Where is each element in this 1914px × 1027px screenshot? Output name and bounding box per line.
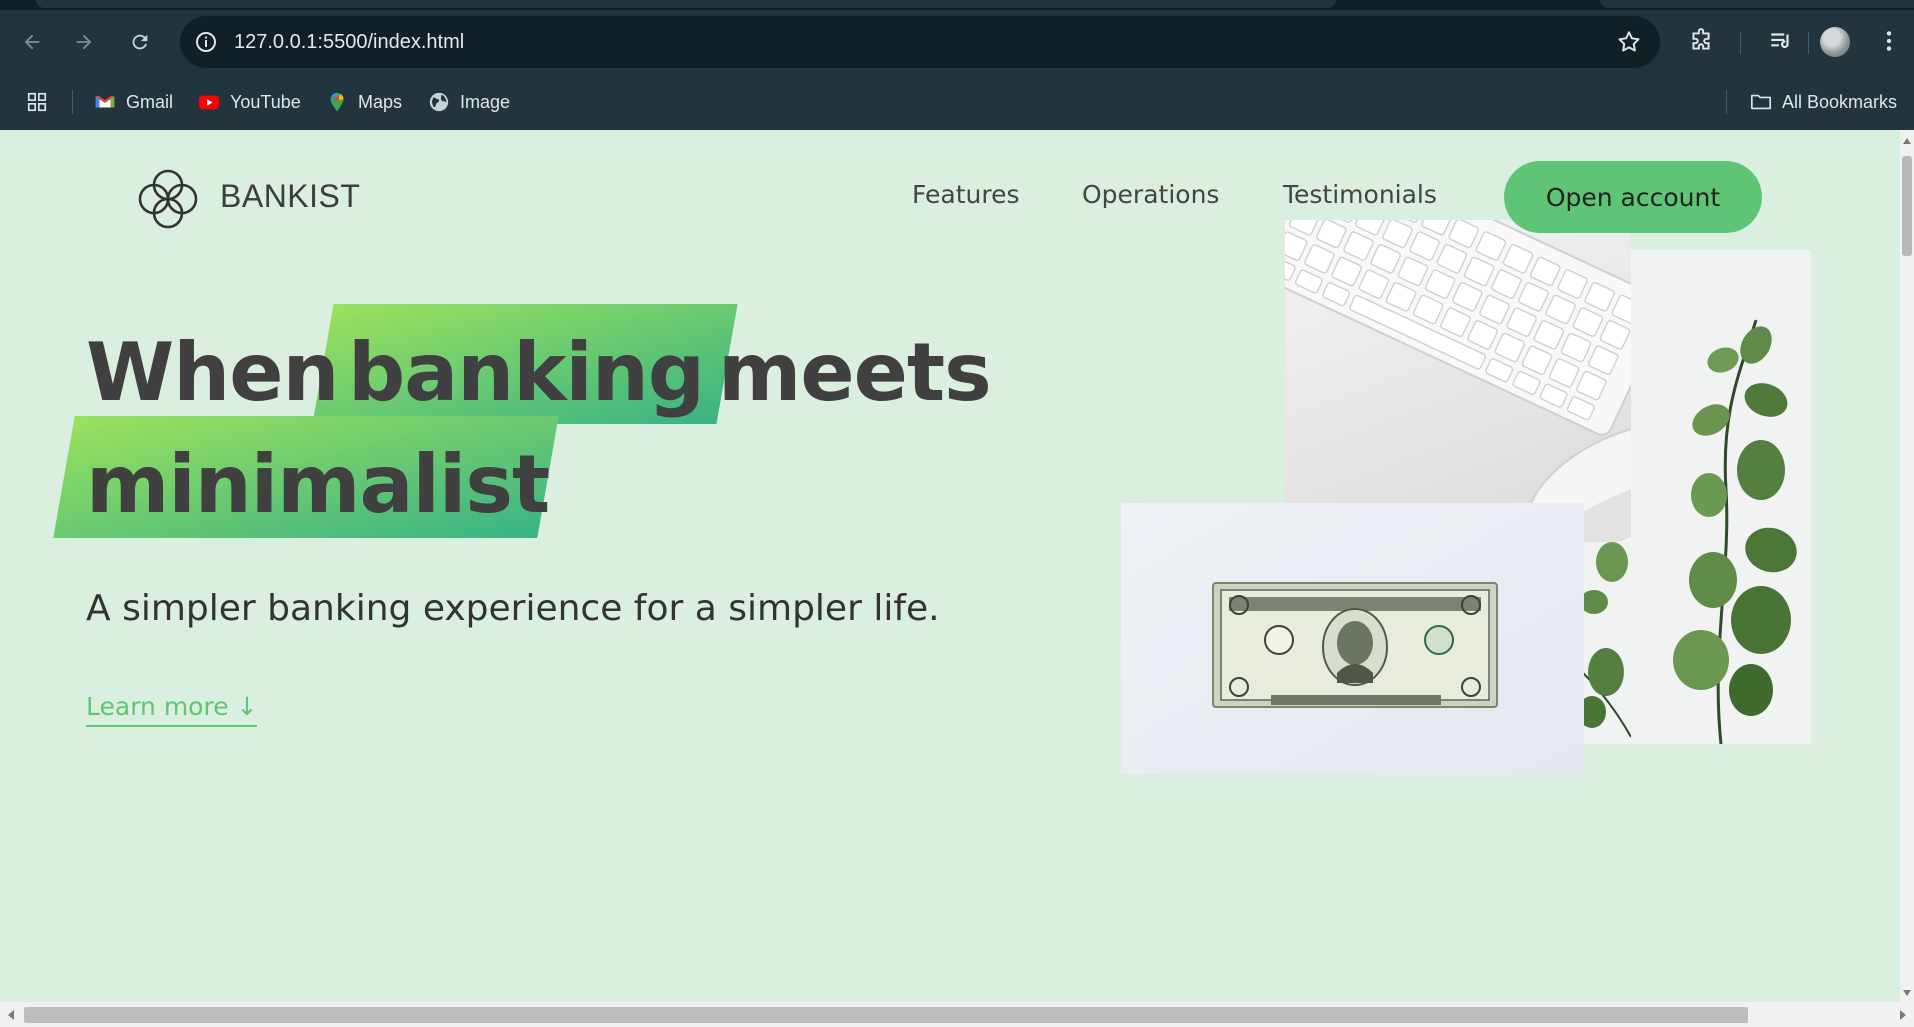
kebab-menu-icon — [1886, 31, 1892, 51]
bookmark-label: YouTube — [230, 91, 301, 112]
address-bar[interactable]: 127.0.0.1:5500/index.html — [180, 16, 1660, 68]
hero-subtitle: A simpler banking experience for a simpl… — [86, 588, 940, 629]
bookmarks-bar: Gmail YouTube Maps Image All Bookmarks — [0, 74, 1914, 130]
bookmark-label: Maps — [358, 91, 403, 112]
learn-more-link[interactable]: Learn more ↓ — [86, 692, 258, 727]
globe-icon — [429, 92, 449, 112]
nav-link-features[interactable]: Features — [912, 180, 1020, 209]
media-control-button[interactable] — [1766, 26, 1796, 56]
bookmark-image[interactable]: Image — [428, 88, 510, 116]
hero-word-when: When — [86, 326, 339, 419]
bankist-logo-icon[interactable] — [132, 163, 204, 235]
scroll-right-arrow-icon[interactable] — [1900, 1010, 1906, 1020]
browser-menu-button[interactable] — [1874, 26, 1904, 56]
reload-icon — [132, 34, 148, 50]
all-bookmarks-label: All Bookmarks — [1782, 91, 1898, 112]
eucalyptus-leaves-illustration — [1582, 542, 1631, 738]
active-tab-edge[interactable] — [36, 0, 1336, 8]
tab-strip — [0, 0, 1914, 10]
profile-avatar[interactable] — [1820, 27, 1850, 57]
bookmark-youtube[interactable]: YouTube — [198, 88, 301, 116]
bookmarks-separator — [1726, 90, 1727, 114]
bookmarks-separator — [72, 90, 73, 114]
bookmark-maps[interactable]: Maps — [326, 88, 402, 116]
arrow-right-icon — [76, 34, 92, 50]
hero-image-plant-edge — [1582, 542, 1631, 744]
vertical-scroll-thumb[interactable] — [1902, 156, 1912, 256]
brand-name[interactable]: BANKIST — [220, 178, 360, 215]
bookmark-label: Gmail — [126, 91, 174, 112]
hero-word-minimalist: minimalist — [86, 438, 550, 531]
toolbar-separator — [1808, 32, 1809, 54]
arrow-left-icon — [24, 34, 40, 50]
scroll-down-arrow-icon[interactable] — [1903, 990, 1911, 996]
back-button[interactable] — [14, 24, 50, 60]
hero-image-keyboard — [1285, 220, 1631, 542]
bookmark-label: Image — [460, 91, 511, 112]
page-viewport: BANKIST Features Operations Testimonials — [0, 130, 1900, 1002]
youtube-icon — [198, 95, 220, 110]
gmail-icon — [95, 95, 115, 108]
hero-word-meets: meets — [718, 326, 992, 419]
extensions-button[interactable] — [1686, 26, 1716, 56]
keyboard-mouse-illustration — [1285, 220, 1631, 542]
nav-link-operations[interactable]: Operations — [1082, 180, 1219, 209]
playlist-icon — [1771, 33, 1789, 49]
browser-toolbar: 127.0.0.1:5500/index.html — [0, 10, 1914, 74]
toolbar-separator — [1740, 32, 1741, 54]
open-account-button[interactable]: Open account — [1504, 161, 1762, 233]
url-text[interactable]: 127.0.0.1:5500/index.html — [234, 31, 464, 54]
tab-edge[interactable] — [1600, 0, 1914, 8]
horizontal-scroll-thumb[interactable] — [24, 1007, 1748, 1023]
scroll-left-arrow-icon[interactable] — [8, 1010, 14, 1020]
nav-link-testimonials[interactable]: Testimonials — [1283, 180, 1437, 209]
maps-icon — [330, 92, 344, 112]
forward-button[interactable] — [66, 24, 102, 60]
hero-word-banking: banking — [348, 326, 705, 419]
hero-image-plant — [1631, 250, 1811, 744]
dollar-bill-illustration — [1212, 582, 1498, 708]
site-info-icon[interactable] — [194, 30, 218, 54]
apps-grid-icon — [27, 92, 47, 112]
horizontal-scrollbar[interactable] — [0, 1002, 1914, 1027]
puzzle-icon — [1692, 28, 1710, 50]
bookmark-gmail[interactable]: Gmail — [94, 88, 173, 116]
reload-button[interactable] — [122, 24, 158, 60]
eucalyptus-plant-illustration — [1673, 319, 1797, 744]
scroll-up-arrow-icon[interactable] — [1903, 138, 1911, 144]
all-bookmarks-button[interactable]: All Bookmarks — [1750, 88, 1897, 116]
bookmark-star-icon[interactable] — [1616, 29, 1642, 55]
hero-image-dollar-bill — [1121, 503, 1584, 774]
apps-button[interactable] — [26, 88, 48, 116]
folder-icon — [1751, 94, 1771, 110]
vertical-scrollbar[interactable] — [1900, 130, 1914, 1002]
